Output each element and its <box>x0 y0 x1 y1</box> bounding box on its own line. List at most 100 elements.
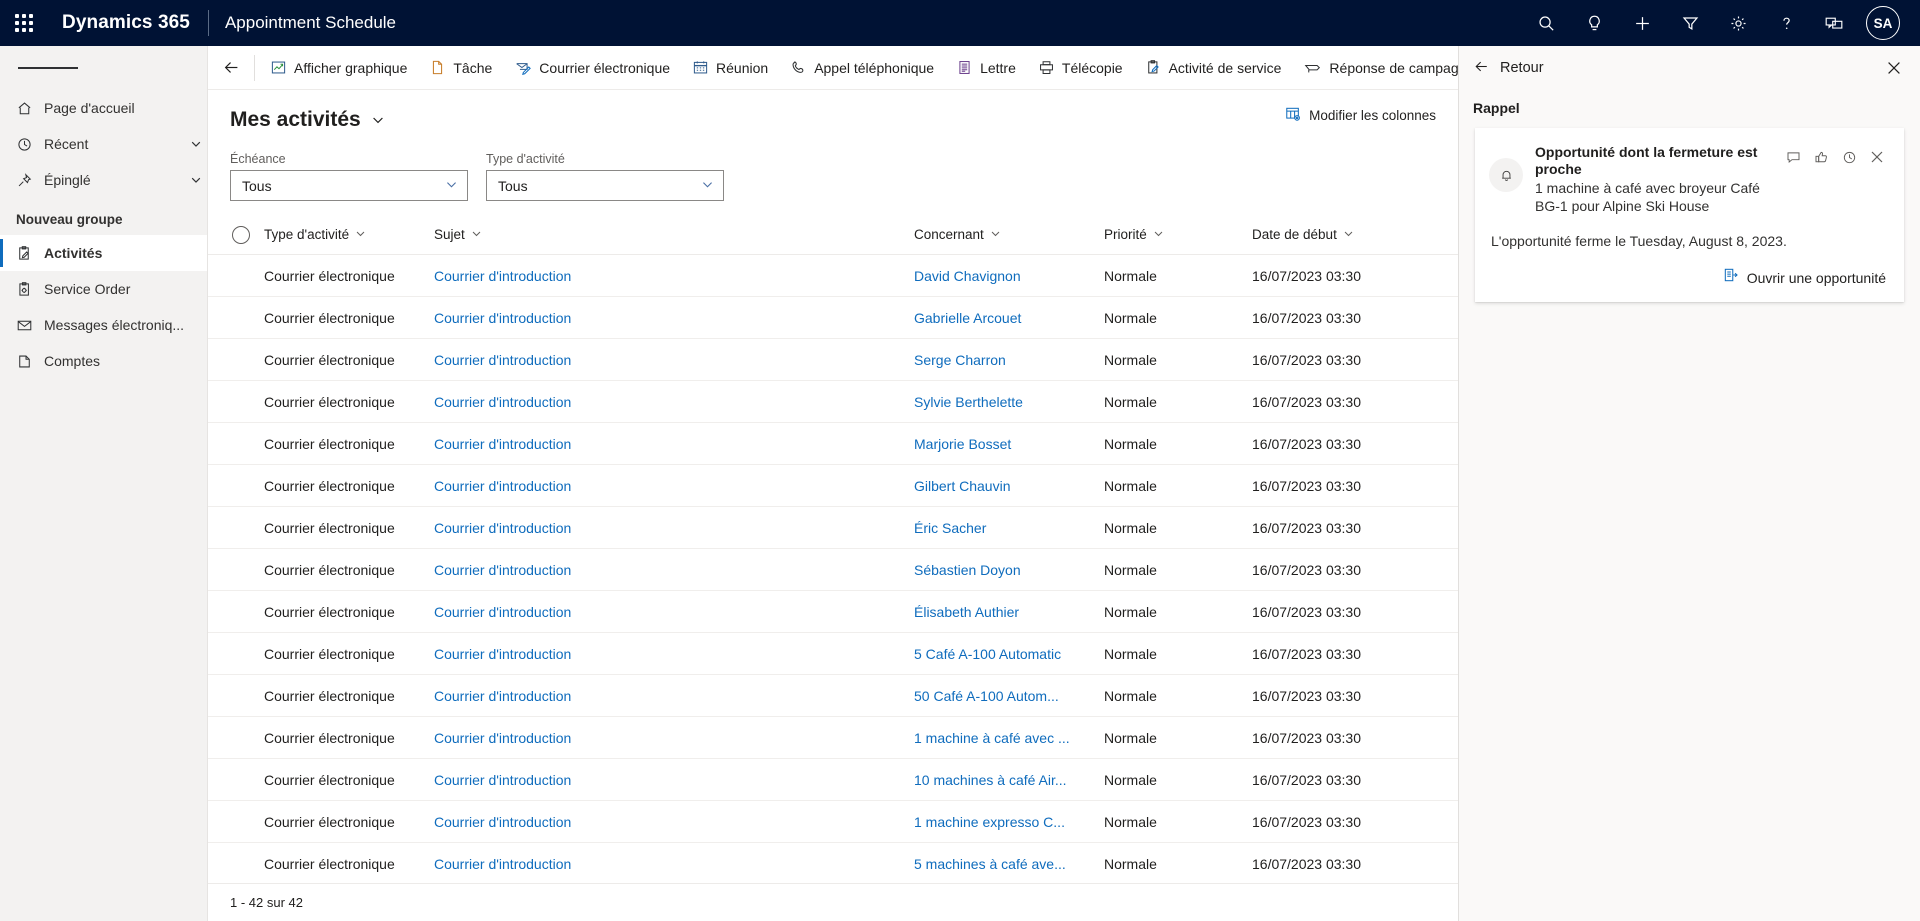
campaign-response-button[interactable]: Réponse de campagne <box>1292 46 1485 89</box>
dismiss-icon[interactable] <box>1864 144 1890 170</box>
column-header-regarding[interactable]: Concernant <box>914 227 1104 242</box>
cell-subject[interactable]: Courrier d'introduction <box>434 730 914 746</box>
command-label: Tâche <box>453 59 493 76</box>
sidebar-item-home[interactable]: Page d'accueil <box>0 90 207 126</box>
phone-call-button[interactable]: Appel téléphonique <box>779 46 945 89</box>
cell-subject[interactable]: Courrier d'introduction <box>434 436 914 452</box>
fax-button[interactable]: Télécopie <box>1027 46 1134 89</box>
help-icon[interactable] <box>1762 0 1810 46</box>
table-row[interactable]: Courrier électronique Courrier d'introduc… <box>208 633 1458 675</box>
due-date-filter[interactable]: Tous <box>230 170 468 201</box>
cell-subject[interactable]: Courrier d'introduction <box>434 688 914 704</box>
table-row[interactable]: Courrier électronique Courrier d'introduc… <box>208 297 1458 339</box>
chevron-down-icon[interactable] <box>185 138 207 150</box>
show-chart-button[interactable]: Afficher graphique <box>259 46 418 89</box>
cell-subject[interactable]: Courrier d'introduction <box>434 478 914 494</box>
cell-regarding[interactable]: Sébastien Doyon <box>914 562 1104 578</box>
table-row[interactable]: Courrier électronique Courrier d'introduc… <box>208 549 1458 591</box>
table-row[interactable]: Courrier électronique Courrier d'introduc… <box>208 801 1458 843</box>
sidebar-item-comptes[interactable]: Comptes <box>0 343 207 379</box>
cell-regarding[interactable]: Serge Charron <box>914 352 1104 368</box>
search-icon[interactable] <box>1522 0 1570 46</box>
cell-regarding[interactable]: 5 Café A-100 Automatic <box>914 646 1104 662</box>
cell-subject[interactable]: Courrier d'introduction <box>434 814 914 830</box>
table-row[interactable]: Courrier électronique Courrier d'introduc… <box>208 507 1458 549</box>
activity-type-filter[interactable]: Tous <box>486 170 724 201</box>
cell-subject[interactable]: Courrier d'introduction <box>434 604 914 620</box>
cell-subject[interactable]: Courrier d'introduction <box>434 562 914 578</box>
table-row[interactable]: Courrier électronique Courrier d'introduc… <box>208 465 1458 507</box>
meeting-button[interactable]: Réunion <box>681 46 779 89</box>
letter-button[interactable]: Lettre <box>945 46 1027 89</box>
table-row[interactable]: Courrier électronique Courrier d'introduc… <box>208 717 1458 759</box>
snooze-comment-icon[interactable] <box>1780 144 1806 170</box>
cell-subject[interactable]: Courrier d'introduction <box>434 772 914 788</box>
thumbs-up-icon[interactable] <box>1808 144 1834 170</box>
cell-regarding[interactable]: Éric Sacher <box>914 520 1104 536</box>
email-button[interactable]: Courrier électronique <box>503 46 681 89</box>
table-row[interactable]: Courrier électronique Courrier d'introduc… <box>208 843 1458 885</box>
task-button[interactable]: Tâche <box>418 46 503 89</box>
table-row[interactable]: Courrier électronique Courrier d'introduc… <box>208 255 1458 297</box>
cell-subject[interactable]: Courrier d'introduction <box>434 394 914 410</box>
brand-title[interactable]: Dynamics 365 <box>48 12 198 34</box>
cell-regarding[interactable]: Gilbert Chauvin <box>914 478 1104 494</box>
sidebar-item-service-order[interactable]: Service Order <box>0 271 207 307</box>
avatar[interactable]: SA <box>1866 6 1900 40</box>
cell-subject[interactable]: Courrier d'introduction <box>434 856 914 872</box>
cell-regarding[interactable]: Élisabeth Authier <box>914 604 1104 620</box>
sidebar-item-pinned[interactable]: Épinglé <box>0 162 207 198</box>
cell-subject[interactable]: Courrier d'introduction <box>434 520 914 536</box>
feedback-icon[interactable] <box>1810 0 1858 46</box>
open-opportunity-button[interactable]: Ouvrir une opportunité <box>1489 249 1890 290</box>
gear-icon[interactable] <box>1714 0 1762 46</box>
table-row[interactable]: Courrier électronique Courrier d'introduc… <box>208 759 1458 801</box>
cell-subject[interactable]: Courrier d'introduction <box>434 352 914 368</box>
sidebar-item-recent[interactable]: Récent <box>0 126 207 162</box>
cell-regarding[interactable]: 1 machine expresso C... <box>914 814 1104 830</box>
filter-icon[interactable] <box>1666 0 1714 46</box>
service-activity-button[interactable]: Activité de service <box>1134 46 1293 89</box>
cell-regarding[interactable]: Sylvie Berthelette <box>914 394 1104 410</box>
sidebar-item-activites[interactable]: Activités <box>0 235 207 271</box>
select-all-cell[interactable] <box>218 225 264 244</box>
column-header-label: Sujet <box>434 227 465 242</box>
back-button[interactable] <box>208 46 254 89</box>
cell-regarding[interactable]: 50 Café A-100 Autom... <box>914 688 1104 704</box>
cell-start: 16/07/2023 03:30 <box>1252 519 1361 536</box>
snooze-clock-icon[interactable] <box>1836 144 1862 170</box>
chevron-down-icon[interactable] <box>371 113 385 127</box>
lightbulb-icon[interactable] <box>1570 0 1618 46</box>
cell-type: Courrier électronique <box>264 309 395 326</box>
app-launcher-icon[interactable] <box>0 0 48 46</box>
panel-back-button[interactable]: Retour <box>1473 58 1544 79</box>
plus-icon[interactable] <box>1618 0 1666 46</box>
cell-subject[interactable]: Courrier d'introduction <box>434 268 914 284</box>
sidebar-item-label: Récent <box>44 136 89 152</box>
sidebar-item-messages-electroniques[interactable]: Messages électroniq... <box>0 307 207 343</box>
cell-regarding[interactable]: 1 machine à café avec ... <box>914 730 1104 746</box>
column-header-subject[interactable]: Sujet <box>434 227 914 242</box>
table-row[interactable]: Courrier électronique Courrier d'introduc… <box>208 423 1458 465</box>
cell-regarding[interactable]: Gabrielle Arcouet <box>914 310 1104 326</box>
app-name[interactable]: Appointment Schedule <box>225 13 396 33</box>
table-row[interactable]: Courrier électronique Courrier d'introduc… <box>208 381 1458 423</box>
chevron-down-icon[interactable] <box>185 174 207 186</box>
edit-columns-button[interactable]: Modifier les colonnes <box>1285 106 1436 125</box>
table-row[interactable]: Courrier électronique Courrier d'introduc… <box>208 339 1458 381</box>
column-header-start-date[interactable]: Date de début <box>1252 227 1432 242</box>
column-header-priority[interactable]: Priorité <box>1104 227 1252 242</box>
phone-icon <box>790 59 807 76</box>
cell-regarding[interactable]: 10 machines à café Air... <box>914 772 1104 788</box>
cell-regarding[interactable]: David Chavignon <box>914 268 1104 284</box>
select-all-checkbox[interactable] <box>232 225 250 244</box>
column-header-type[interactable]: Type d'activité <box>264 227 434 242</box>
table-row[interactable]: Courrier électronique Courrier d'introduc… <box>208 675 1458 717</box>
table-row[interactable]: Courrier électronique Courrier d'introduc… <box>208 591 1458 633</box>
close-icon[interactable] <box>1878 52 1910 84</box>
cell-regarding[interactable]: Marjorie Bosset <box>914 436 1104 452</box>
hamburger-menu-icon[interactable] <box>0 46 207 90</box>
cell-subject[interactable]: Courrier d'introduction <box>434 310 914 326</box>
cell-regarding[interactable]: 5 machines à café ave... <box>914 856 1104 872</box>
cell-subject[interactable]: Courrier d'introduction <box>434 646 914 662</box>
